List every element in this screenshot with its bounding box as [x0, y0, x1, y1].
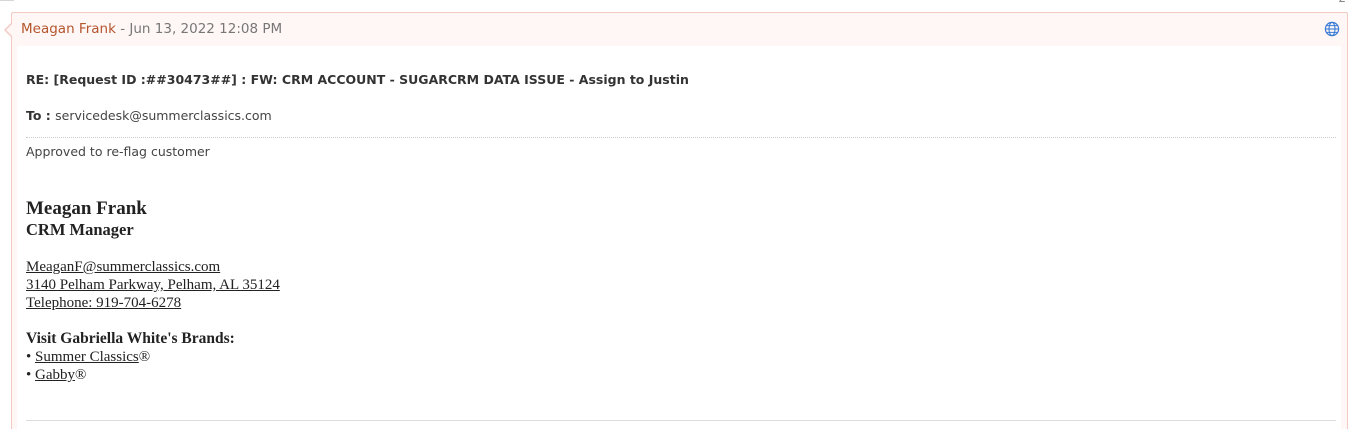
email-thread-view: 2 Meagan Frank - Jun 13, 2022 12:08 PM R…	[0, 0, 1350, 429]
message-header: Meagan Frank - Jun 13, 2022 12:08 PM	[21, 20, 282, 38]
to-label: To :	[26, 108, 56, 123]
brand-bullet: •	[26, 349, 36, 365]
date-separator: -	[115, 21, 130, 37]
message-date: Jun 13, 2022 12:08 PM	[129, 21, 283, 37]
brand-registered-mark: ®	[75, 367, 87, 383]
header-divider	[26, 137, 1336, 138]
message-body: RE: [Request ID :##30473##] : FW: CRM AC…	[17, 46, 1341, 429]
quoted-section-divider	[26, 420, 1336, 421]
message-text: Approved to re-flag customer	[26, 144, 210, 159]
signature-email-link[interactable]: MeaganF@summerclassics.com	[26, 258, 220, 276]
to-address: servicedesk@summerclassics.com	[55, 108, 272, 123]
sender-name[interactable]: Meagan Frank	[21, 21, 116, 37]
brand-link-summer-classics[interactable]: Summer Classics	[35, 349, 139, 365]
brand-item: • Summer Classics®	[26, 348, 150, 366]
globe-icon[interactable]	[1324, 21, 1340, 37]
card-pointer-inner	[6, 23, 13, 37]
message-subject: RE: [Request ID :##30473##] : FW: CRM AC…	[26, 72, 689, 87]
signature-phone-link[interactable]: Telephone: 919-704-6278	[26, 294, 181, 312]
recipient-row: To : servicedesk@summerclassics.com	[26, 108, 272, 124]
corner-count-indicator: 2	[1338, 0, 1346, 5]
signature-title: CRM Manager	[26, 220, 134, 239]
brand-item: • Gabby®	[26, 366, 86, 384]
brand-registered-mark: ®	[138, 349, 151, 365]
signature-address-link[interactable]: 3140 Pelham Parkway, Pelham, AL 35124	[26, 276, 280, 294]
brand-link-gabby[interactable]: Gabby	[35, 367, 75, 383]
top-separator	[0, 0, 14, 1]
message-card: Meagan Frank - Jun 13, 2022 12:08 PM RE:…	[4, 12, 1348, 429]
brands-heading: Visit Gabriella White's Brands:	[26, 330, 235, 347]
brand-bullet: •	[26, 367, 36, 383]
signature-name: Meagan Frank	[26, 198, 147, 219]
